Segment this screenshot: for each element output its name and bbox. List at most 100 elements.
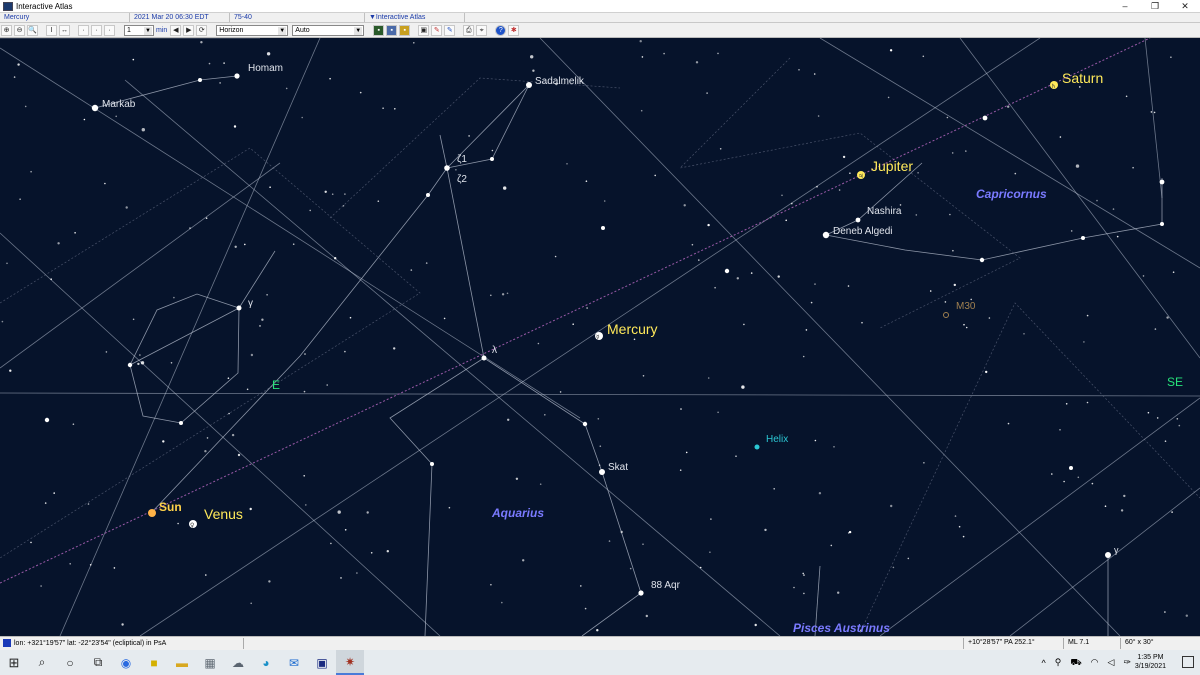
star-zeta1[interactable] — [490, 157, 494, 161]
background-star — [1142, 275, 1145, 277]
sky-chart[interactable]: ♄ ♃ ☿ ♀ Homam Markab Sadalmelik ζ1 ζ2 γ — [0, 38, 1200, 636]
label-zeta2: ζ2 — [457, 174, 467, 185]
background-star — [139, 354, 141, 356]
file-explorer-icon[interactable]: ▬ — [168, 650, 196, 675]
background-star — [559, 391, 562, 393]
star-markab[interactable] — [91, 104, 99, 112]
background-star — [303, 475, 306, 477]
start-button[interactable]: ⊞ — [0, 650, 28, 675]
background-star — [777, 275, 780, 278]
zoom-out-icon[interactable]: ⊖ — [14, 24, 25, 36]
star-sadalmelik[interactable] — [526, 82, 532, 88]
notifications-icon[interactable] — [1182, 656, 1194, 668]
volume-icon[interactable]: ◁ — [1108, 657, 1115, 668]
star-lambda[interactable] — [481, 355, 487, 361]
minimize-button[interactable]: – — [1110, 0, 1140, 13]
background-star — [793, 586, 795, 589]
fit-width-icon[interactable]: ↔ — [59, 24, 70, 36]
zoom-in-icon[interactable]: ⊕ — [1, 24, 12, 36]
step-forward-icon[interactable]: · — [91, 24, 102, 36]
image-icon[interactable]: ▪ — [399, 24, 411, 36]
chrome-icon[interactable]: ◉ — [112, 650, 140, 675]
dropper-icon[interactable]: ✎ — [444, 24, 456, 36]
background-star — [785, 219, 787, 222]
measure-icon[interactable]: ⌖ — [476, 24, 488, 36]
background-star — [861, 321, 863, 324]
background-star — [246, 388, 249, 391]
display-icon[interactable]: ▣ — [418, 24, 430, 36]
background-star — [244, 243, 246, 246]
background-star — [970, 298, 972, 301]
date-time[interactable]: 2021 Mar 20 06:30 EDT — [130, 13, 230, 22]
task-view-icon[interactable]: ⧉ — [84, 650, 112, 675]
m30-marker[interactable] — [943, 312, 949, 318]
search-icon[interactable]: ⌕ — [28, 650, 56, 675]
background-star — [105, 351, 108, 353]
help-icon[interactable]: ? — [495, 24, 507, 36]
star-gamma-gru[interactable] — [1105, 552, 1111, 558]
background-star — [468, 135, 470, 137]
settings-icon[interactable]: ✱ — [508, 24, 520, 36]
print-icon[interactable]: ⎙ — [463, 24, 475, 36]
sun-icon[interactable] — [148, 509, 156, 517]
edge-icon[interactable]: ◕ — [252, 650, 280, 675]
close-button[interactable]: ✕ — [1170, 0, 1200, 13]
label-mercury: Mercury — [607, 321, 658, 337]
tray-bus-icon[interactable]: ⛟ — [1070, 657, 1081, 669]
pencil-icon[interactable]: ✎ — [431, 24, 443, 36]
background-star — [781, 194, 783, 197]
star-homam[interactable] — [234, 73, 240, 79]
star-88-aqr[interactable] — [638, 590, 644, 596]
background-star — [50, 278, 52, 280]
background-star — [629, 567, 632, 570]
mail-icon[interactable]: ✉ — [280, 650, 308, 675]
background-star — [944, 301, 947, 303]
background-star — [1023, 333, 1025, 335]
star-gamma-aqr[interactable] — [236, 305, 242, 311]
background-star — [645, 614, 648, 618]
step-back-icon[interactable]: · — [78, 24, 89, 36]
background-star — [515, 477, 519, 480]
star-zeta[interactable] — [444, 165, 450, 171]
step-both-icon[interactable]: · — [104, 24, 115, 36]
background-star — [818, 492, 822, 495]
clock[interactable]: 1:35 PM 3/19/2021 — [1135, 653, 1166, 671]
refresh-icon[interactable]: ⟳ — [196, 24, 208, 36]
orientation-select[interactable]: Horizon ▼ — [216, 24, 289, 36]
network-app-icon[interactable]: ☁ — [224, 650, 252, 675]
background-star — [805, 329, 808, 331]
next-step-button[interactable]: ▶ — [183, 24, 195, 36]
calculator-icon[interactable]: ▦ — [196, 650, 224, 675]
cortana-icon[interactable]: ○ — [56, 650, 84, 675]
text-cursor-icon[interactable]: I — [46, 24, 57, 36]
zoom-icon[interactable]: 🔍 — [27, 24, 38, 36]
background-star — [1125, 95, 1128, 98]
save-icon[interactable]: ▪ — [373, 24, 385, 36]
sky-svg[interactable]: ♄ ♃ ☿ ♀ Homam Markab Sadalmelik ζ1 ζ2 γ — [0, 38, 1200, 636]
maximize-button[interactable]: ❐ — [1140, 0, 1170, 13]
location[interactable]: 75-40 — [230, 13, 365, 22]
background-star — [1075, 164, 1080, 168]
background-star — [791, 202, 793, 205]
sticky-notes-icon[interactable]: ■ — [140, 650, 168, 675]
background-star — [303, 390, 306, 393]
prev-step-button[interactable]: ◀ — [170, 24, 182, 36]
step-value-select[interactable]: 1 ▼ — [124, 24, 154, 36]
star-skat[interactable] — [599, 469, 605, 475]
chart-icon[interactable]: ▪ — [386, 24, 398, 36]
background-star — [1120, 509, 1124, 512]
app-dark-icon[interactable]: ▣ — [308, 650, 336, 675]
helix-marker[interactable] — [754, 444, 760, 450]
ml-select[interactable]: Auto ▼ — [292, 24, 365, 36]
label-southeast: SE — [1167, 375, 1183, 389]
star-nashira[interactable] — [855, 217, 861, 223]
background-star — [223, 62, 225, 64]
background-star — [501, 293, 505, 296]
star-deneb-algedi[interactable] — [822, 231, 830, 239]
tray-app-icon[interactable]: ⚲ — [1055, 657, 1062, 668]
mode-dropdown[interactable]: ▼Interactive Atlas — [365, 13, 465, 22]
chevron-up-icon[interactable]: ^ — [1042, 658, 1046, 668]
wifi-icon[interactable]: ◠ — [1091, 657, 1099, 668]
sky-app-icon[interactable]: ✷ — [336, 650, 364, 675]
pen-icon[interactable]: ✑ — [1123, 657, 1131, 668]
